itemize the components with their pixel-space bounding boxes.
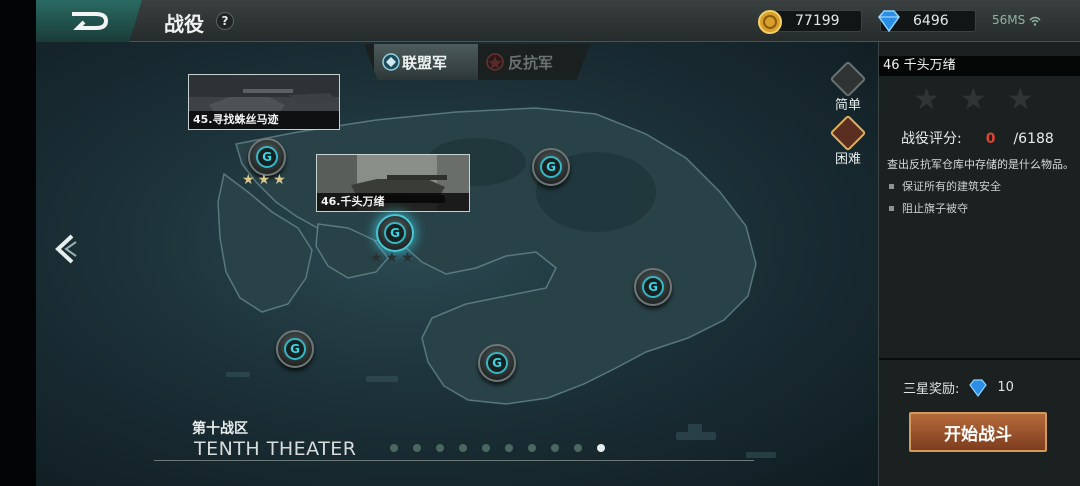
theater-pagination — [390, 444, 605, 452]
score-max: /6188 — [1013, 131, 1054, 147]
objective-item: 保证所有的建筑安全 — [889, 178, 1001, 194]
divider — [879, 358, 1080, 360]
divider — [154, 460, 754, 461]
objective-item: 阻止旗子被夺 — [889, 200, 968, 216]
mission-node-locked[interactable]: G — [276, 330, 314, 368]
start-battle-button[interactable]: 开始战斗 — [909, 412, 1047, 452]
diamond-counter[interactable]: 6496 — [878, 10, 976, 33]
mission-node-locked[interactable]: G — [634, 268, 672, 306]
mission-node-45[interactable]: G — [248, 138, 286, 176]
diamond-icon — [969, 378, 988, 397]
chevron-left-icon — [55, 234, 77, 264]
page-dot[interactable] — [436, 444, 444, 452]
map-terrain — [217, 107, 776, 458]
easy-icon — [829, 60, 867, 98]
wifi-icon — [1029, 16, 1041, 26]
gold-coin-icon — [758, 10, 782, 34]
gold-amount: 77199 — [795, 13, 840, 29]
mission-45-title: 45.寻找蛛丝马迹 — [189, 111, 339, 129]
star-icon: ★ — [1006, 82, 1034, 117]
top-bar: 战役 ? 77199 6496 56MS — [36, 0, 1080, 42]
three-star-reward: 三星奖励: 10 — [903, 378, 1014, 397]
tab-rebel[interactable]: 反抗军 — [478, 44, 582, 80]
page-dot[interactable] — [574, 444, 582, 452]
page-dot[interactable] — [459, 444, 467, 452]
campaign-map: 45.寻找蛛丝马迹 46.千头万绪 G ★ ★ ★ G ★ ★ ★ G G G — [36, 42, 878, 486]
faction-tabs: 联盟军 反抗军 — [364, 44, 590, 80]
bullet-icon — [889, 205, 894, 211]
mission-node-icon: G — [256, 146, 278, 168]
mission-node-locked[interactable]: G — [532, 148, 570, 186]
page-dot[interactable] — [390, 444, 398, 452]
allied-emblem-icon — [382, 53, 400, 71]
prev-theater-button[interactable] — [50, 232, 78, 270]
page-dot[interactable] — [413, 444, 421, 452]
reward-amount: 10 — [997, 380, 1014, 395]
mission-node-icon: G — [486, 352, 508, 374]
mission-description: 查出反抗军仓库中存储的是什么物品。 — [887, 158, 1074, 171]
mission-45-stars: ★ ★ ★ — [242, 172, 286, 188]
reward-label: 三星奖励: — [903, 382, 960, 397]
star-icon: ★ — [370, 250, 383, 266]
star-icon: ★ — [242, 172, 255, 188]
bullet-icon — [889, 183, 894, 189]
mission-node-46[interactable]: G — [376, 214, 414, 252]
rebel-emblem-icon — [486, 53, 504, 71]
back-icon — [72, 12, 109, 30]
mission-node-icon: G — [540, 156, 562, 178]
mission-detail-panel: 46 千头万绪 ★ ★ ★ 战役评分: 0 /6188 查出反抗军仓库中存储的是… — [878, 42, 1080, 486]
mission-node-icon: G — [384, 222, 406, 244]
page-dot[interactable] — [528, 444, 536, 452]
diamond-icon — [878, 10, 900, 33]
mission-score: 战役评分: 0 /6188 — [901, 128, 1054, 148]
page-dot[interactable] — [551, 444, 559, 452]
page-dot-active[interactable] — [597, 444, 605, 452]
back-button[interactable] — [36, 0, 142, 42]
score-current: 0 — [985, 131, 996, 147]
screen-edge — [0, 0, 36, 486]
tab-allied[interactable]: 联盟军 — [374, 44, 478, 80]
difficulty-hard-button[interactable]: 困难 — [829, 114, 867, 167]
mission-46-card[interactable]: 46.千头万绪 — [316, 154, 470, 212]
star-icon: ★ — [257, 172, 271, 188]
mission-node-icon: G — [642, 276, 664, 298]
star-icon: ★ — [959, 82, 987, 117]
mission-header: 46 千头万绪 — [879, 56, 1080, 76]
mission-node-locked[interactable]: G — [478, 344, 516, 382]
mission-star-rating: ★ ★ ★ — [913, 82, 1034, 117]
network-ping: 56MS — [992, 13, 1041, 27]
hard-icon — [829, 114, 867, 152]
theater-name-en: TENTH THEATER — [194, 438, 357, 460]
mission-46-stars: ★ ★ ★ — [370, 250, 414, 266]
difficulty-easy-button[interactable]: 简单 — [829, 60, 867, 113]
page-title: 战役 — [164, 12, 204, 36]
score-label: 战役评分: — [901, 131, 962, 147]
mission-45-card[interactable]: 45.寻找蛛丝马迹 — [188, 74, 340, 130]
gold-counter[interactable]: 77199 — [758, 10, 862, 34]
mission-46-title: 46.千头万绪 — [317, 193, 469, 211]
page-dot[interactable] — [505, 444, 513, 452]
mission-node-icon: G — [284, 338, 306, 360]
page-dot[interactable] — [482, 444, 490, 452]
star-icon: ★ — [913, 82, 940, 117]
star-icon: ★ — [401, 250, 414, 266]
star-icon: ★ — [273, 172, 286, 188]
star-icon: ★ — [385, 250, 399, 266]
diamond-amount: 6496 — [913, 13, 949, 29]
help-button[interactable]: ? — [216, 12, 234, 30]
theater-name-cn: 第十战区 — [192, 421, 248, 437]
